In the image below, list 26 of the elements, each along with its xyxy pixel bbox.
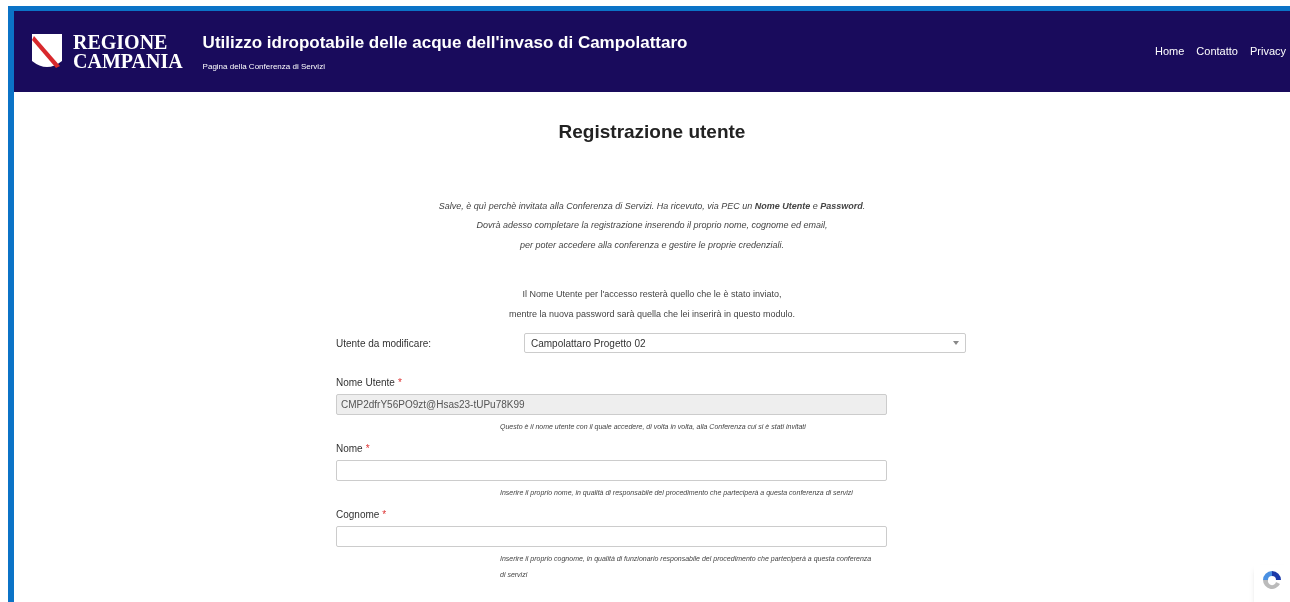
site-subtitle: Pagina della Conferenza di Servizi (202, 61, 326, 74)
input-field[interactable] (336, 460, 887, 481)
required-asterisk: * (365, 442, 370, 456)
required-asterisk: * (397, 376, 402, 390)
note-text: mentre la nuova password sarà quella che lei inserirà in questo modulo. (508, 307, 796, 321)
intro-text: per poter accedere alla conferenza e gestire le proprie credenziali. (519, 238, 785, 252)
field-label: Cognome (336, 508, 380, 522)
field-label: Nome (336, 442, 363, 456)
required-asterisk: * (382, 508, 387, 522)
nav-link[interactable]: Home (1155, 43, 1185, 60)
site-title: Utilizzo idropotabile delle acque dell'invaso di Campolattaro (202, 31, 688, 54)
intro-text: Dovrà adesso completare la registrazione inserendo il proprio nome, cognome ed email, (476, 219, 828, 232)
note-text: Il Nome Utente per l'accesso resterà quello che le è stato inviato, (522, 288, 782, 301)
caret-icon (953, 341, 959, 345)
logo-text: CAMPANIA (73, 51, 183, 71)
coat-of-arms-icon (31, 32, 63, 71)
input-field[interactable] (336, 526, 887, 547)
user-select[interactable]: Campolattaro Progetto 02 (524, 333, 966, 353)
field-label: Utente da modificare: (336, 336, 433, 351)
nav-link[interactable]: Contatto (1196, 43, 1238, 60)
page-title: Registrazione utente (558, 120, 746, 144)
nav-link[interactable]: Privacy (1249, 43, 1286, 60)
intro-text: Salve, è quì perchè invitata alla Conferenza di Servizi. Ha ricevuto, via PEC un Nome Utente e Password. (438, 199, 866, 213)
recaptcha-icon (1261, 569, 1283, 591)
field-label: Nome Utente (336, 376, 395, 390)
logo-text: REGIONE (73, 32, 169, 52)
